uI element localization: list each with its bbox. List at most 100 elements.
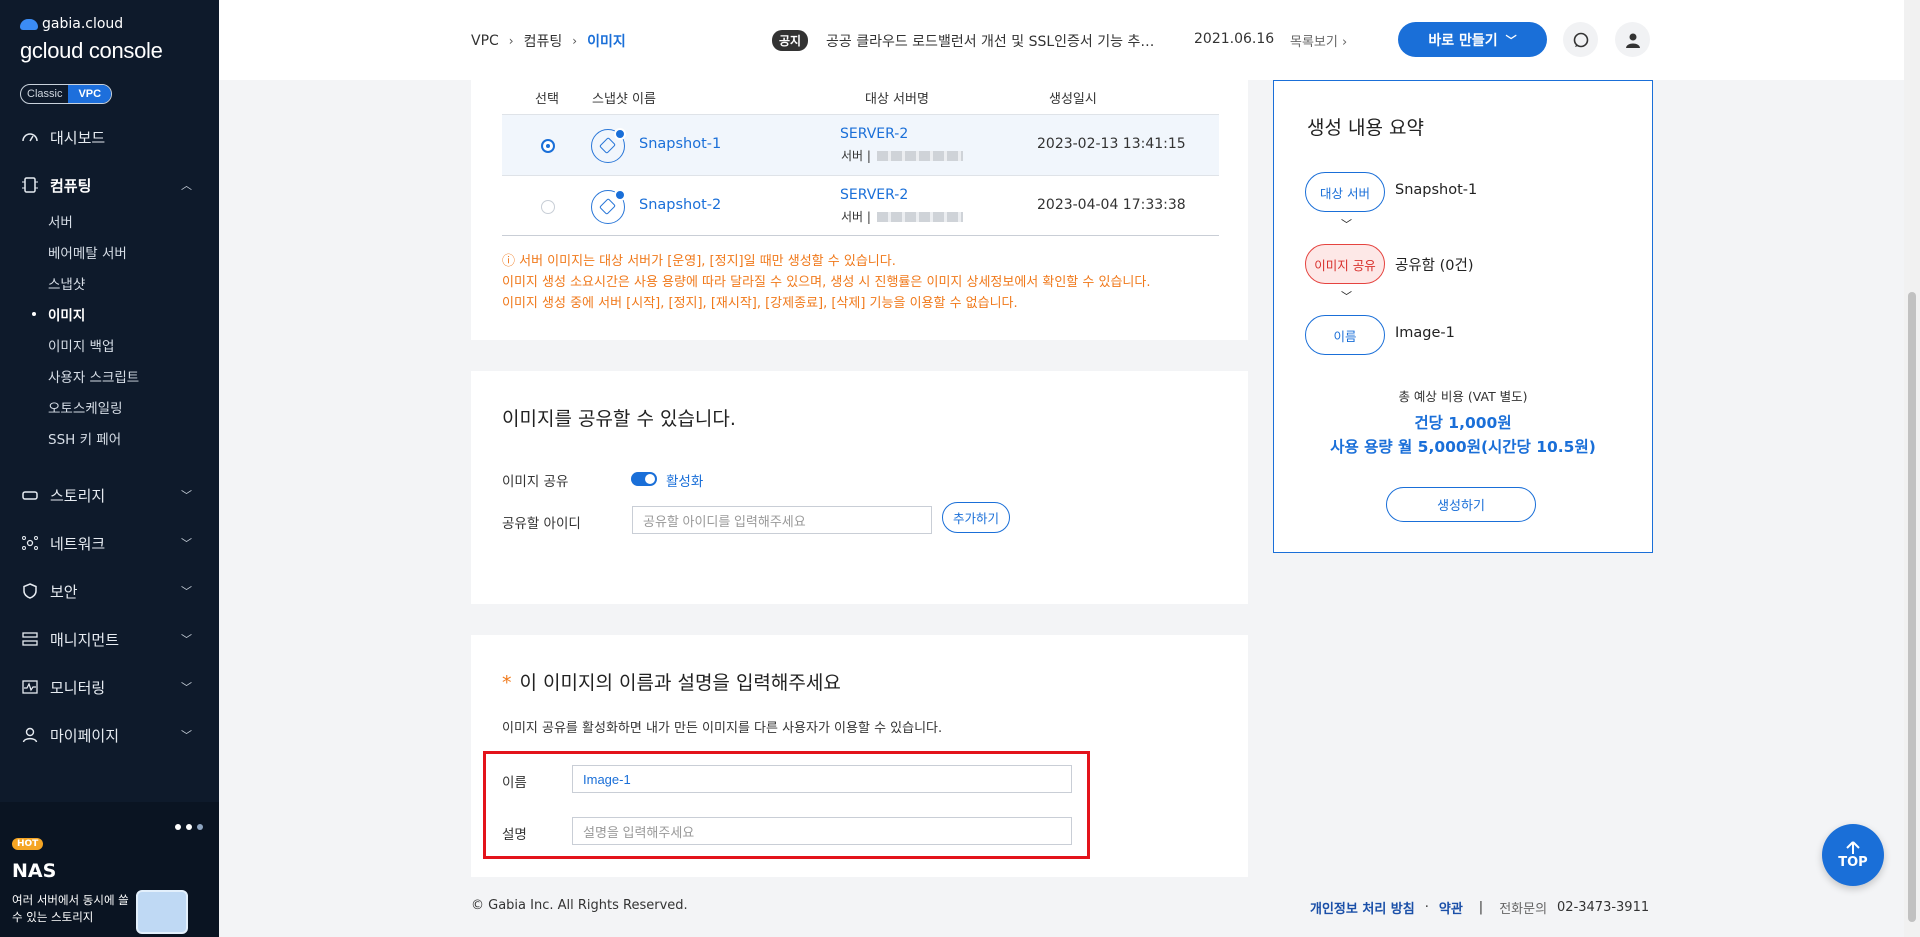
nav-label: 매니지먼트 <box>50 630 120 649</box>
warning-line: ⓘ 서버 이미지는 대상 서버가 [운영], [정지]일 때만 생성할 수 있습… <box>502 254 896 269</box>
separator-dot: · <box>1424 900 1429 915</box>
nav-storage[interactable]: 스토리지 ﹀ <box>20 480 200 510</box>
quick-create-button[interactable]: 바로 만들기 ﹀ <box>1398 22 1547 57</box>
sub-ssh-keypair[interactable]: SSH 키 페어 <box>48 428 121 448</box>
col-select: 선택 <box>535 92 559 107</box>
copyright: © Gabia Inc. All Rights Reserved. <box>471 898 688 913</box>
brand-logo[interactable]: gabia.cloud <box>20 16 123 32</box>
separator-bar: | <box>1478 900 1484 915</box>
nav-label: 대시보드 <box>50 128 106 147</box>
sub-autoscaling[interactable]: 오토스케일링 <box>48 397 123 417</box>
chevron-down-icon: ﹀ <box>181 585 192 598</box>
share-title: 이미지를 공유할 수 있습니다. <box>502 408 736 430</box>
hot-badge: HOT <box>12 838 44 850</box>
warning-line: 이미지 생성 중에 서버 [시작], [정지], [재시작], [강제종료], … <box>502 296 1018 311</box>
chat-icon <box>1573 32 1588 47</box>
profile-button[interactable] <box>1615 22 1650 57</box>
nav-label: 보안 <box>50 582 78 601</box>
scroll-thumb[interactable] <box>1908 292 1916 922</box>
mode-vpc[interactable]: VPC <box>68 85 112 103</box>
toggle-label: 활성화 <box>666 474 704 490</box>
notice-text[interactable]: 공공 클라우드 로드밸런서 개선 및 SSL인증서 기능 추… <box>826 31 1166 51</box>
network-icon <box>20 533 40 553</box>
user-icon <box>20 725 40 745</box>
storage-icon <box>20 485 40 505</box>
breadcrumb-vpc[interactable]: VPC <box>471 33 499 49</box>
share-toggle[interactable] <box>631 472 657 486</box>
snapshot-name[interactable]: Snapshot-2 <box>639 197 721 213</box>
sub-server[interactable]: 서버 <box>48 211 73 231</box>
row-radio[interactable] <box>541 200 555 214</box>
monitoring-icon <box>20 677 40 697</box>
nav-computing[interactable]: 컴퓨팅 ︿ <box>20 170 200 200</box>
promo-title: NAS <box>12 860 57 882</box>
brand-main-text[interactable]: gcloud console <box>20 38 163 64</box>
table-row[interactable]: Snapshot-1 SERVER-2 서버 | 2023-02-13 13:4… <box>502 114 1219 175</box>
highlight-box <box>483 751 1090 859</box>
summary-card: 생성 내용 요약 대상 서버 Snapshot-1 ﹀ 이미지 공유 공유함 (… <box>1273 80 1653 553</box>
nav-label: 모니터링 <box>50 678 106 697</box>
create-button[interactable]: 생성하기 <box>1386 487 1536 522</box>
share-id-input[interactable]: 공유할 아이디를 입력해주세요 <box>632 506 932 534</box>
nav-monitoring[interactable]: 모니터링 ﹀ <box>20 672 200 702</box>
top-label: TOP <box>1838 854 1868 870</box>
sub-user-script[interactable]: 사용자 스크립트 <box>48 366 139 386</box>
nav-mypage[interactable]: 마이페이지 ﹀ <box>20 720 200 750</box>
snapshot-panel: 선택 스냅샷 이름 대상 서버명 생성일시 Snapshot-1 SERVER-… <box>471 80 1248 340</box>
chevron-down-icon: ﹀ <box>181 537 192 550</box>
chat-button[interactable] <box>1563 22 1598 57</box>
table-row[interactable]: Snapshot-2 SERVER-2 서버 | 2023-04-04 17:3… <box>502 175 1219 236</box>
share-panel: 이미지를 공유할 수 있습니다. 이미지 공유 활성화 공유할 아이디 공유할 … <box>471 371 1248 604</box>
summary-value: Snapshot-1 <box>1395 182 1478 198</box>
management-icon <box>20 629 40 649</box>
col-created: 생성일시 <box>1049 92 1097 107</box>
breadcrumb-computing[interactable]: 컴퓨팅 <box>524 31 563 51</box>
carousel-dot[interactable] <box>186 824 192 830</box>
nav-network[interactable]: 네트워크 ﹀ <box>20 528 200 558</box>
chevron-down-icon: ﹀ <box>1341 290 1352 303</box>
storage-box-illustration <box>136 890 188 934</box>
notice-more-link[interactable]: 목록보기 › <box>1290 31 1347 50</box>
summary-value: 공유함 (0건) <box>1395 258 1474 274</box>
sub-snapshot[interactable]: 스냅샷 <box>48 273 85 293</box>
carousel-dot[interactable] <box>197 824 203 830</box>
nav-dashboard[interactable]: 대시보드 <box>20 122 200 152</box>
nav-management[interactable]: 매니지먼트 ﹀ <box>20 624 200 654</box>
server-sub: 서버 | <box>841 147 963 164</box>
masked-ip <box>876 150 963 161</box>
snapshot-icon <box>591 189 626 224</box>
privacy-link[interactable]: 개인정보 처리 방침 <box>1310 898 1415 917</box>
tag-image-share: 이미지 공유 <box>1305 244 1385 284</box>
nav-security[interactable]: 보안 ﹀ <box>20 576 200 606</box>
name-section-desc: 이미지 공유를 활성화하면 내가 만든 이미지를 다른 사용자가 이용할 수 있… <box>502 721 943 736</box>
shield-icon <box>20 581 40 601</box>
nav-label: 마이페이지 <box>50 726 120 745</box>
promo-desc: 여러 서버에서 동시에 쓸 수 있는 스토리지 <box>12 893 129 924</box>
scroll-top-button[interactable]: TOP <box>1822 824 1884 886</box>
terms-link[interactable]: 약관 <box>1439 898 1463 917</box>
summary-title: 생성 내용 요약 <box>1307 117 1424 139</box>
chevron-down-icon: ﹀ <box>181 489 192 502</box>
promo-banner[interactable]: HOT NAS 여러 서버에서 동시에 쓸 수 있는 스토리지 <box>0 802 219 937</box>
snapshot-name[interactable]: Snapshot-1 <box>639 136 721 152</box>
carousel-dots[interactable] <box>175 824 203 830</box>
brand-top-text: gabia.cloud <box>42 16 124 32</box>
notice-date: 2021.06.16 <box>1194 31 1275 47</box>
sub-image[interactable]: 이미지 <box>48 304 85 324</box>
row-radio[interactable] <box>541 139 555 153</box>
server-name: SERVER-2 <box>840 126 909 142</box>
sub-image-backup[interactable]: 이미지 백업 <box>48 335 114 355</box>
server-name: SERVER-2 <box>840 187 909 203</box>
created-date: 2023-02-13 13:41:15 <box>1037 136 1186 152</box>
chevron-down-icon: ﹀ <box>181 681 192 694</box>
nav-label: 네트워크 <box>50 534 106 553</box>
page-scrollbar[interactable] <box>1904 0 1920 937</box>
sub-baremetal[interactable]: 베어메탈 서버 <box>48 242 127 262</box>
chevron-right-icon: › <box>572 34 578 48</box>
carousel-dot[interactable] <box>175 824 181 830</box>
server-sub: 서버 | <box>841 208 963 225</box>
add-share-button[interactable]: 추가하기 <box>942 502 1010 533</box>
nav-label: 컴퓨팅 <box>50 176 92 195</box>
mode-classic[interactable]: Classic <box>21 85 68 103</box>
mode-switch[interactable]: Classic VPC <box>20 84 113 104</box>
